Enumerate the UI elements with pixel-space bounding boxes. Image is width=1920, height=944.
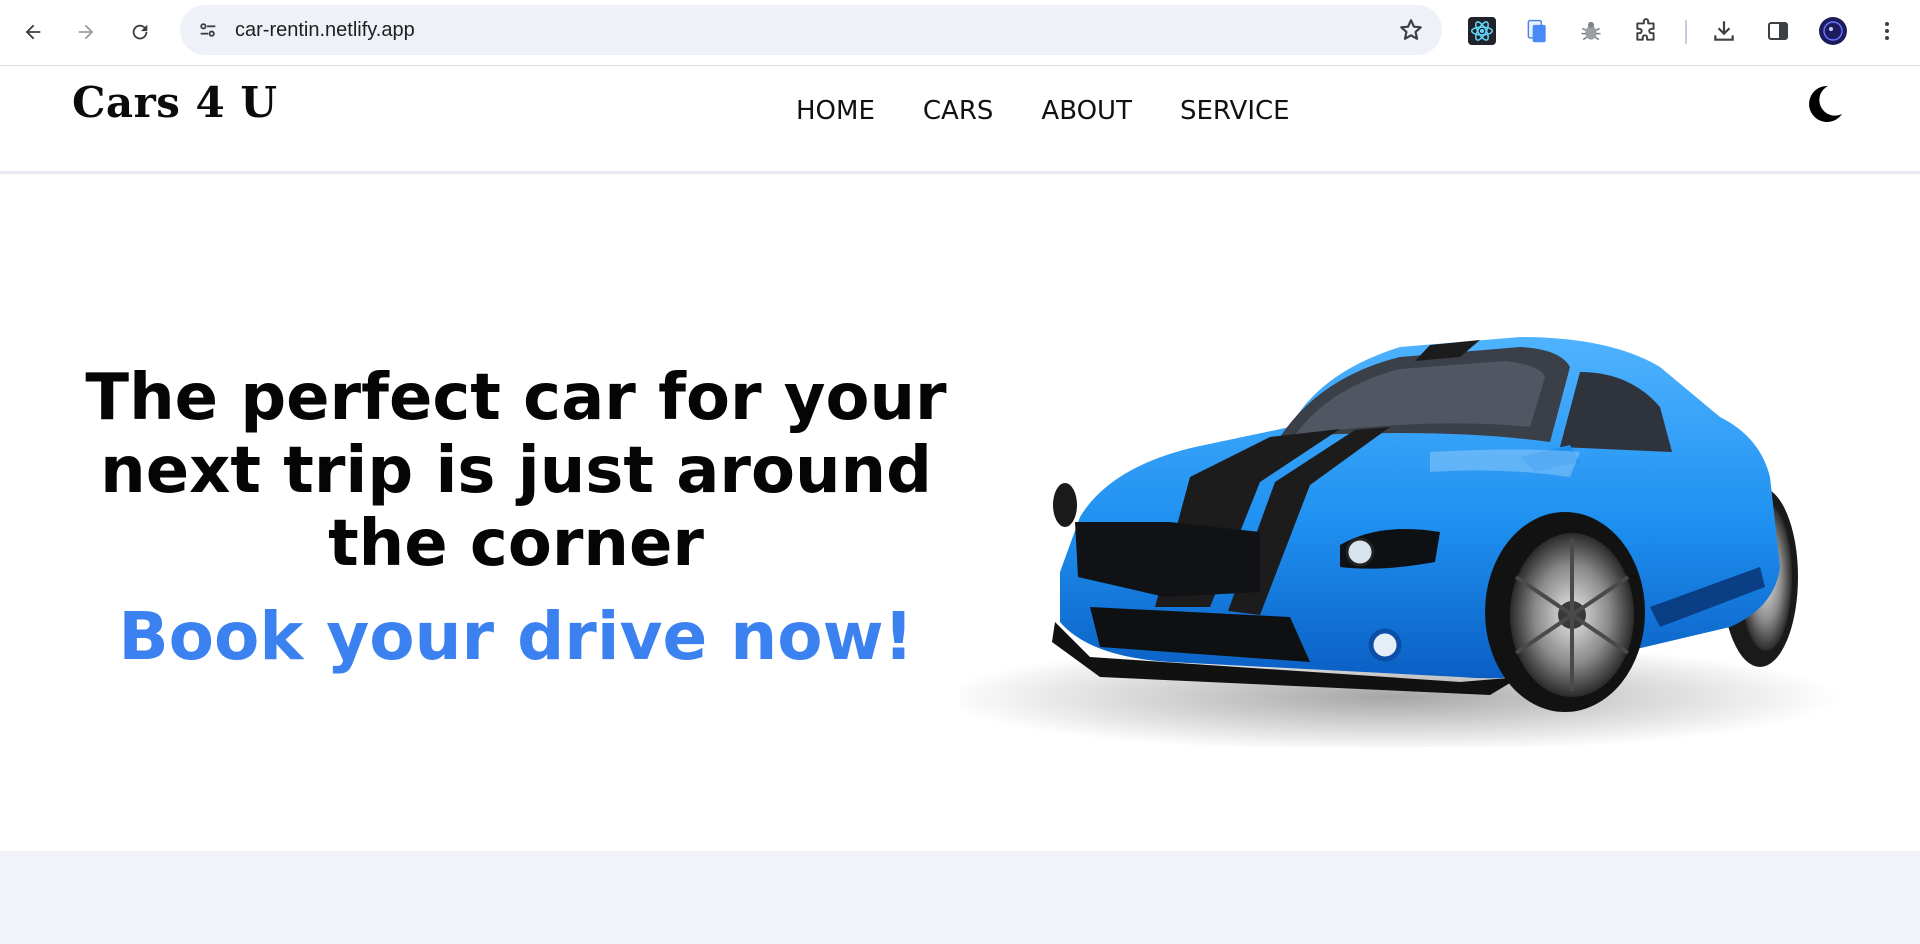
react-devtools-icon[interactable] xyxy=(1467,16,1497,46)
site-settings-icon[interactable] xyxy=(194,16,222,44)
site-header: Cars 4 U HOME CARS ABOUT SERVICE xyxy=(0,66,1920,174)
footer-band xyxy=(0,851,1920,944)
nav-about-link[interactable]: ABOUT xyxy=(1041,86,1132,136)
kebab-menu-icon[interactable] xyxy=(1872,16,1902,46)
hero-car-image xyxy=(940,277,1860,752)
url-text[interactable]: car-rentin.netlify.app xyxy=(235,5,415,55)
bookmark-star-icon[interactable] xyxy=(1398,17,1424,43)
forward-arrow-icon[interactable] xyxy=(68,14,104,50)
site-logo[interactable]: Cars 4 U xyxy=(72,78,278,127)
download-icon[interactable] xyxy=(1709,16,1739,46)
profile-avatar[interactable] xyxy=(1818,16,1848,46)
hero-title: The perfect car for your next trip is ju… xyxy=(85,361,947,581)
browser-toolbar: car-rentin.netlify.app xyxy=(0,0,1920,66)
nav-service-link[interactable]: SERVICE xyxy=(1180,86,1290,136)
main-nav: HOME CARS ABOUT SERVICE xyxy=(796,86,1290,136)
side-panel-icon[interactable] xyxy=(1763,16,1793,46)
copy-extension-icon[interactable] xyxy=(1522,16,1552,46)
hero-cta: Book your drive now! xyxy=(118,598,914,675)
bug-extension-icon[interactable] xyxy=(1576,16,1606,46)
hero-section: The perfect car for your next trip is ju… xyxy=(0,177,1920,851)
address-bar[interactable]: car-rentin.netlify.app xyxy=(180,5,1442,55)
moon-icon[interactable] xyxy=(1802,82,1846,126)
toolbar-divider xyxy=(1685,20,1687,44)
nav-home-link[interactable]: HOME xyxy=(796,86,875,136)
back-arrow-icon[interactable] xyxy=(15,14,51,50)
extensions-puzzle-icon[interactable] xyxy=(1631,16,1661,46)
nav-cars-link[interactable]: CARS xyxy=(923,86,994,136)
reload-icon[interactable] xyxy=(122,14,158,50)
